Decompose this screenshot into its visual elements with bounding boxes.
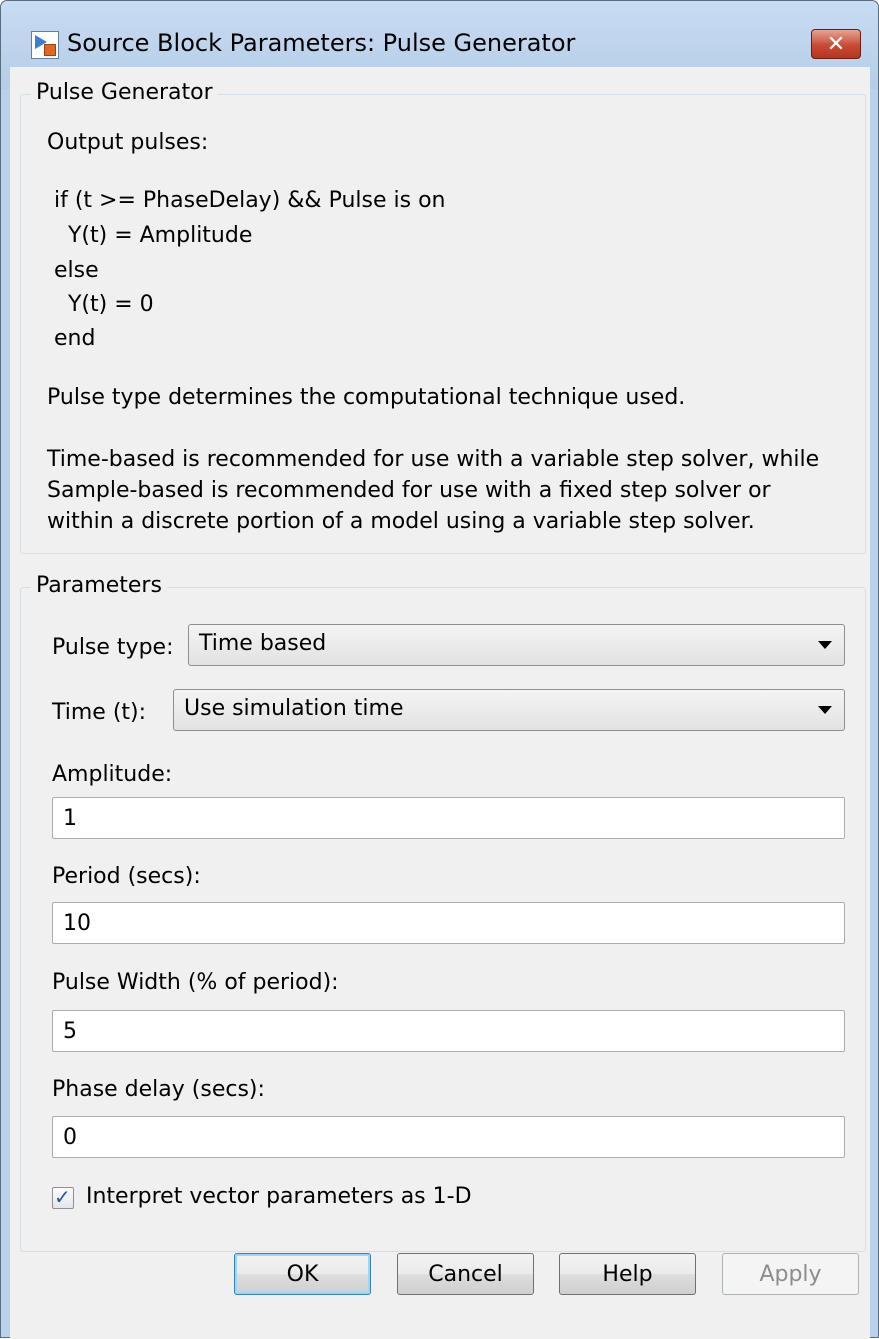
description-group-legend: Pulse Generator <box>31 80 218 105</box>
close-button[interactable]: ✕ <box>811 29 861 59</box>
time-value: Use simulation time <box>184 696 404 721</box>
dialog-body: Pulse Generator Output pulses: if (t >= … <box>10 67 870 1339</box>
ok-button[interactable]: OK <box>234 1253 371 1295</box>
time-dropdown[interactable]: Use simulation time <box>173 689 845 731</box>
parameters-group-legend: Parameters <box>31 573 167 598</box>
close-icon: ✕ <box>826 31 846 57</box>
dialog-window: Source Block Parameters: Pulse Generator… <box>0 0 879 1339</box>
simulink-block-icon <box>31 31 59 59</box>
pulse-width-field[interactable] <box>52 1010 845 1052</box>
description-line: else <box>54 258 99 283</box>
description-line: Y(t) = Amplitude <box>54 223 253 248</box>
amplitude-label: Amplitude: <box>52 762 173 787</box>
time-label: Time (t): <box>52 700 147 725</box>
pulse-type-dropdown[interactable]: Time based <box>188 624 845 666</box>
description-line: Output pulses: <box>47 130 209 155</box>
window-title: Source Block Parameters: Pulse Generator <box>67 29 576 57</box>
interpret-vector-label[interactable]: Interpret vector parameters as 1-D <box>86 1184 472 1209</box>
pulse-width-label: Pulse Width (% of period): <box>52 970 339 995</box>
description-line: Time-based is recommended for use with a… <box>47 447 820 472</box>
description-line: end <box>54 326 96 351</box>
description-line: Y(t) = 0 <box>54 292 154 317</box>
amplitude-field[interactable] <box>52 797 845 839</box>
help-button[interactable]: Help <box>559 1253 696 1295</box>
pulse-type-value: Time based <box>199 631 327 656</box>
chevron-down-icon <box>818 706 832 714</box>
pulse-type-label: Pulse type: <box>52 635 174 660</box>
apply-button[interactable]: Apply <box>722 1253 859 1295</box>
cancel-button[interactable]: Cancel <box>397 1253 534 1295</box>
amplitude-input[interactable] <box>53 798 844 838</box>
description-line: if (t >= PhaseDelay) && Pulse is on <box>54 188 446 213</box>
description-line: Sample-based is recommended for use with… <box>47 478 771 503</box>
phase-delay-label: Phase delay (secs): <box>52 1077 265 1102</box>
period-label: Period (secs): <box>52 864 201 889</box>
description-line: Pulse type determines the computational … <box>47 385 686 410</box>
checkmark-icon: ✓ <box>54 1185 71 1209</box>
interpret-vector-checkbox[interactable]: ✓ <box>52 1185 74 1209</box>
pulse-width-input[interactable] <box>53 1011 844 1051</box>
description-line: within a discrete portion of a model usi… <box>47 509 755 534</box>
phase-delay-field[interactable] <box>52 1116 845 1158</box>
chevron-down-icon <box>818 641 832 649</box>
period-field[interactable] <box>52 902 845 944</box>
phase-delay-input[interactable] <box>53 1117 844 1157</box>
period-input[interactable] <box>53 903 844 943</box>
